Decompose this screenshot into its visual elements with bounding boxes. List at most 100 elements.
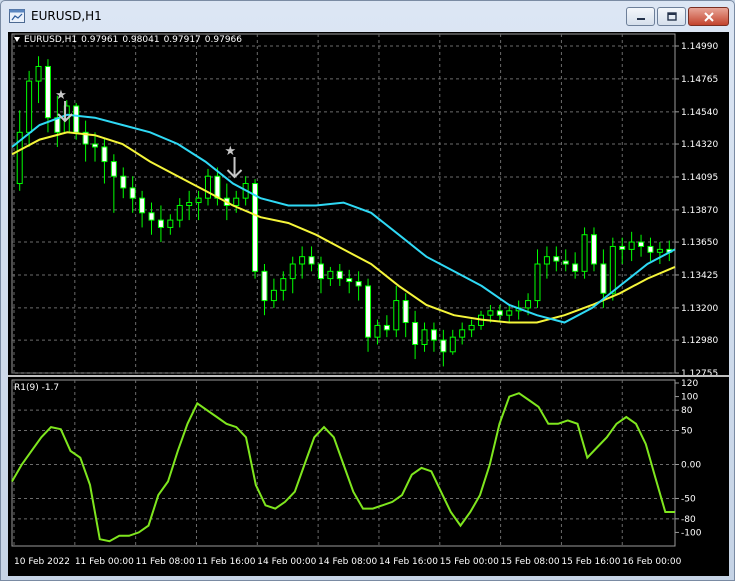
candle-body [270,289,277,302]
open-value: 0.97961 [81,35,119,45]
candle-body [346,278,353,283]
chart-window: EURUSD,H1 1.14990 1.14765 1.14540 1.14320 1.… [0,0,735,581]
candle-body [600,263,607,294]
candle-body [214,175,221,199]
price-chart-svg[interactable]: 1.14990 1.14765 1.14540 1.14320 1.14095 1.138… [8,32,729,576]
candle-body [365,285,372,338]
x-tick-label: 16 Feb 00:00 [622,557,681,567]
maximize-icon [666,11,677,21]
candle-body [430,329,437,341]
candle-body [261,270,268,302]
candle-body [186,202,193,206]
low-value: 0.97917 [163,35,201,45]
osc-tick-label: 100 [681,393,698,403]
fast-moving-average-line [11,113,676,324]
candle-body [101,146,108,163]
x-tick-label: 14 Feb 08:00 [318,557,377,567]
candle-body [26,80,33,133]
osc-tick-label: 80 [681,406,693,416]
candle-body [355,281,362,287]
price-tick-label: 1.14990 [681,42,718,52]
price-tick-label: 1.13200 [681,304,718,314]
candle-body [129,187,136,199]
candle-body [562,260,569,265]
candle-body [289,263,296,280]
candle-body [73,105,80,133]
price-tick-label: 1.13870 [681,206,718,216]
candle-body [468,324,475,331]
symbol-info-row: EURUSD,H1 0.97961 0.98041 0.97917 0.97966 [14,35,246,45]
candle-body [148,212,155,221]
slow-moving-average-line [11,131,676,324]
candle-body [195,197,202,204]
candle-body [383,324,390,331]
candle-body [280,278,287,291]
candle-body [543,256,550,265]
candle-body [374,324,381,338]
candle-body [619,245,626,250]
high-value: 0.98041 [122,35,160,45]
candle-body [110,161,117,177]
chart-area[interactable]: 1.14990 1.14765 1.14540 1.14320 1.14095 1.138… [8,32,729,576]
candle-body [534,263,541,302]
candle-body [308,256,315,265]
osc-tick-label: -80 [681,515,696,525]
price-tick-label: 1.12980 [681,336,718,346]
osc-tick-label: 120 [681,379,698,389]
x-tick-label: 15 Feb 00:00 [440,557,499,567]
candle-body [421,329,428,345]
candle-body [647,245,654,253]
price-tick-label: 1.12755 [681,369,718,379]
price-tick-label: 1.14320 [681,140,718,150]
minimize-icon [636,17,645,20]
candle-body [92,143,99,148]
candle-body [317,263,324,280]
x-tick-label: 14 Feb 00:00 [257,557,316,567]
candle-body [327,270,334,280]
candle-body [440,339,447,353]
candle-body [449,336,456,353]
candle-body [506,310,513,316]
candle-body [233,197,240,206]
x-tick-label: 10 Feb 2022 [14,557,70,567]
osc-tick-label: -100 [681,528,702,538]
candle-body [609,245,616,294]
candle-body [336,270,343,280]
candle-body [638,241,645,247]
candle-body [656,248,663,253]
minimize-button[interactable] [626,7,655,26]
candle-body [581,234,588,272]
osc-tick-label: 0.00 [681,461,701,471]
osc-tick-label: 50 [681,427,693,437]
star-icon: ★ [55,88,67,103]
title-bar[interactable]: EURUSD,H1 [1,1,734,31]
maximize-button[interactable] [657,7,686,26]
candle-body [487,310,494,316]
candle-body [393,300,400,331]
candle-body [120,175,127,189]
price-tick-label: 1.14765 [681,75,718,85]
down-arrow-icon [226,157,243,179]
collapse-triangle-icon[interactable] [14,37,20,42]
price-tick-label: 1.14540 [681,108,718,118]
price-tick-label: 1.13650 [681,238,718,248]
close-button[interactable] [688,7,729,26]
candle-body [412,322,419,345]
window-title: EURUSD,H1 [31,9,102,23]
candle-body [157,219,164,228]
symbol-label: EURUSD,H1 [24,35,78,45]
candle-body [139,197,146,214]
price-tick-label: 1.14095 [681,173,718,183]
price-tick-label: 1.13425 [681,271,718,281]
close-value: 0.97966 [204,35,242,45]
close-icon [703,11,714,22]
candle-body [44,65,51,119]
candle-body [590,234,597,265]
candle-body [176,204,183,221]
candle-body [628,241,635,250]
x-tick-label: 14 Feb 16:00 [379,557,438,567]
candle-body [35,65,42,82]
candle-body [459,329,466,338]
candle-body [204,175,211,199]
x-tick-label: 15 Feb 16:00 [561,557,620,567]
